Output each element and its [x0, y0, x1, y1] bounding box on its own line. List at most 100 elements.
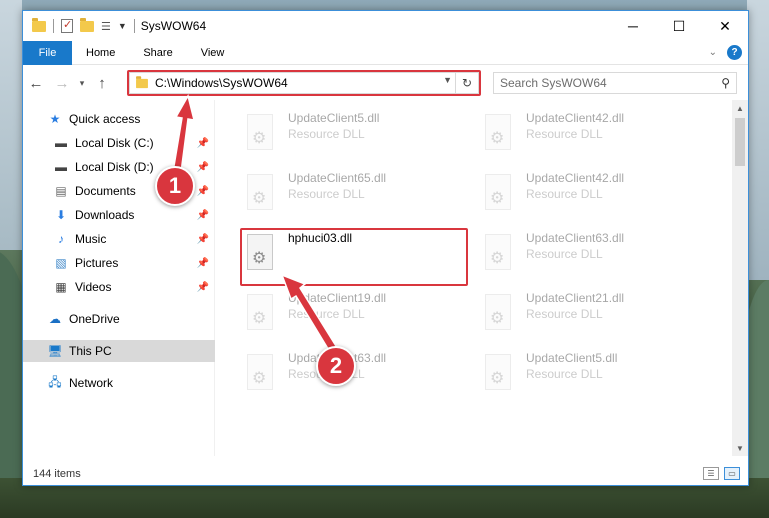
- sidebar-item-music[interactable]: ♪ Music 📌: [23, 228, 215, 250]
- pin-icon[interactable]: 📌: [197, 234, 209, 245]
- sidebar-item-label: Music: [75, 232, 107, 246]
- forward-button[interactable]: →: [49, 75, 75, 92]
- navigation-pane: ★ Quick access ▬ Local Disk (C:) 📌 ▬ Loc…: [23, 100, 215, 456]
- sidebar-item-network[interactable]: 🖧 Network: [23, 372, 215, 394]
- new-folder-icon[interactable]: [80, 17, 94, 32]
- desktop-sky-left: [0, 0, 22, 250]
- sidebar-item-label: Quick access: [69, 112, 141, 126]
- help-icon[interactable]: ?: [727, 45, 742, 60]
- list-item[interactable]: ⚙ UpdateClient5.dll Resource DLL: [244, 108, 474, 164]
- file-name: UpdateClient42.dll: [526, 111, 625, 125]
- dll-file-icon: ⚙: [244, 114, 276, 154]
- onedrive-icon: ☁: [49, 312, 61, 326]
- list-item[interactable]: ⚙ UpdateClient42.dll Resource DLL: [482, 168, 712, 224]
- pin-icon[interactable]: 📌: [197, 282, 209, 293]
- address-row: ← → ▾ ↑ C:\Windows\SysWOW64 ▼ ↻ Search S…: [23, 66, 748, 100]
- expand-ribbon-icon[interactable]: ⌄: [709, 47, 717, 58]
- step-badge-2: 2: [316, 346, 356, 386]
- quick-access-toolbar: ☰ ▼: [23, 11, 135, 41]
- recent-locations-icon[interactable]: ▾: [75, 78, 89, 89]
- file-type: Resource DLL: [526, 247, 603, 261]
- file-type: Resource DLL: [288, 127, 365, 141]
- dll-file-icon: ⚙: [482, 294, 514, 334]
- tab-view[interactable]: View: [187, 41, 239, 65]
- file-name: UpdateClient5.dll: [288, 111, 380, 125]
- sidebar-item-pictures[interactable]: ▧ Pictures 📌: [23, 252, 215, 274]
- dll-file-icon: ⚙: [482, 234, 514, 274]
- status-bar: 144 items ☰ ▭: [23, 462, 748, 486]
- sidebar-item-downloads[interactable]: ⬇ Downloads 📌: [23, 204, 215, 226]
- tab-home[interactable]: Home: [72, 41, 129, 65]
- scroll-up-icon[interactable]: ▲: [732, 100, 748, 116]
- search-icon[interactable]: ⚲: [721, 76, 730, 90]
- dll-file-icon: ⚙: [244, 174, 276, 214]
- sidebar-item-label: Videos: [75, 280, 112, 294]
- file-type: Resource DLL: [288, 187, 365, 201]
- pin-icon[interactable]: 📌: [197, 162, 209, 173]
- sidebar-item-onedrive[interactable]: ☁ OneDrive: [23, 308, 215, 330]
- close-button[interactable]: ✕: [702, 11, 748, 41]
- pin-icon[interactable]: 📌: [197, 210, 209, 221]
- window-title: SysWOW64: [140, 19, 207, 33]
- file-type: Resource DLL: [526, 367, 603, 381]
- title-bar: ☰ ▼ SysWOW64 ─ ☐ ✕: [23, 11, 748, 41]
- dll-file-icon: ⚙: [482, 114, 514, 154]
- file-type: Resource DLL: [526, 187, 603, 201]
- list-item[interactable]: ⚙ UpdateClient63.dll Resource DLL: [482, 228, 712, 284]
- sidebar-item-label: Pictures: [75, 256, 119, 270]
- customize-toolbar-icon[interactable]: ☰: [101, 20, 111, 33]
- pin-icon[interactable]: 📌: [197, 138, 209, 149]
- toolbar-divider: [53, 19, 54, 33]
- list-item[interactable]: ⚙ UpdateClient42.dll Resource DLL: [482, 108, 712, 164]
- toolbar-divider: [133, 19, 135, 33]
- scrollbar-thumb[interactable]: [735, 118, 745, 166]
- pin-icon[interactable]: 📌: [197, 258, 209, 269]
- ribbon-right-controls: ⌄ ?: [709, 45, 742, 60]
- sidebar-item-videos[interactable]: ▦ Videos 📌: [23, 276, 215, 298]
- list-item[interactable]: ⚙ UpdateClient65.dll Resource DLL: [244, 168, 474, 224]
- vertical-scrollbar[interactable]: ▲ ▼: [732, 100, 748, 456]
- sidebar-item-local-disk-c[interactable]: ▬ Local Disk (C:) 📌: [23, 132, 215, 154]
- address-highlight-box: [127, 70, 481, 96]
- sidebar-item-label: Documents: [75, 184, 136, 198]
- pin-icon[interactable]: 📌: [197, 186, 209, 197]
- sidebar-item-quick-access[interactable]: ★ Quick access: [23, 108, 215, 130]
- maximize-button[interactable]: ☐: [656, 11, 702, 41]
- videos-icon: ▦: [55, 280, 67, 294]
- search-input[interactable]: Search SysWOW64 ⚲: [493, 72, 737, 94]
- tab-share[interactable]: Share: [129, 41, 186, 65]
- minimize-button[interactable]: ─: [610, 11, 656, 41]
- file-type: Resource DLL: [526, 127, 603, 141]
- file-highlight-box: [240, 228, 468, 286]
- file-name: UpdateClient5.dll: [526, 351, 618, 365]
- window-controls: ─ ☐ ✕: [610, 11, 748, 41]
- details-view-icon[interactable]: ☰: [703, 467, 719, 480]
- item-count: 144 items: [33, 468, 81, 480]
- large-icons-view-icon[interactable]: ▭: [724, 467, 740, 480]
- sidebar-item-this-pc[interactable]: 🖥 This PC: [23, 340, 215, 362]
- desktop-sky-right: [747, 0, 769, 280]
- file-name: UpdateClient42.dll: [526, 171, 625, 185]
- list-item[interactable]: ⚙ UpdateClient63.dllResource DLL: [244, 348, 474, 404]
- documents-icon: ▤: [55, 184, 67, 198]
- list-item[interactable]: ⚙ UpdateClient21.dll Resource DLL: [482, 288, 712, 344]
- list-item[interactable]: ⚙ UpdateClient5.dll Resource DLL: [482, 348, 712, 404]
- properties-icon[interactable]: [61, 18, 73, 33]
- sidebar-item-label: Network: [69, 376, 114, 390]
- file-type: Resource DLL: [526, 307, 603, 321]
- file-name: UpdateClient21.dll: [526, 291, 625, 305]
- search-placeholder: Search SysWOW64: [500, 76, 607, 90]
- up-button[interactable]: ↑: [89, 75, 115, 92]
- file-name: UpdateClient63.dll: [526, 231, 625, 245]
- view-toggle: ☰ ▭: [703, 467, 740, 480]
- drive-icon: ▬: [55, 136, 67, 150]
- list-item[interactable]: ⚙ UpdateClient19.dll Resource DLL: [244, 288, 474, 344]
- tab-file[interactable]: File: [23, 40, 72, 65]
- scroll-down-icon[interactable]: ▼: [732, 440, 748, 456]
- toolbar-dropdown-icon[interactable]: ▼: [118, 21, 127, 31]
- file-explorer-window: ☰ ▼ SysWOW64 ─ ☐ ✕ File Home Share View …: [22, 10, 749, 486]
- music-icon: ♪: [58, 232, 64, 246]
- back-button[interactable]: ←: [23, 75, 49, 92]
- downloads-icon: ⬇: [55, 208, 67, 222]
- drive-icon: ▬: [55, 160, 67, 174]
